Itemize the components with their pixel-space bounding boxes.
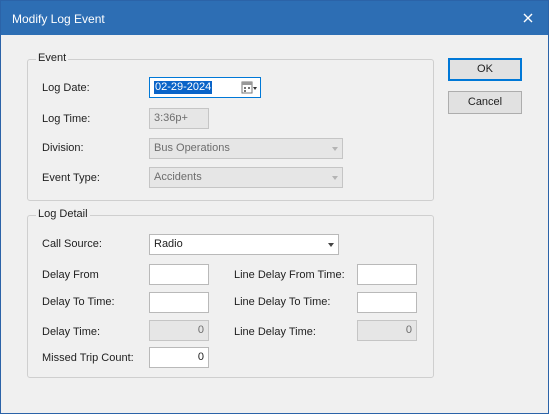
close-icon [523, 13, 533, 23]
call-source-label: Call Source: [42, 238, 102, 250]
delay-time-label: Delay Time: [42, 326, 101, 338]
line-delay-from-time-label: Line Delay From Time: [234, 269, 345, 281]
chevron-down-icon [328, 243, 334, 247]
division-label: Division: [42, 142, 84, 154]
event-type-value: Accidents [154, 171, 202, 183]
call-source-value: Radio [154, 238, 183, 250]
close-button[interactable] [508, 1, 548, 35]
line-delay-time-label: Line Delay Time: [234, 326, 316, 338]
division-dropdown[interactable]: Bus Operations [149, 138, 343, 159]
calendar-icon[interactable] [240, 80, 258, 95]
event-type-label: Event Type: [42, 172, 100, 184]
delay-from-field[interactable] [149, 264, 209, 285]
missed-trip-count-label: Missed Trip Count: [42, 352, 134, 364]
missed-trip-count-field[interactable]: 0 [149, 347, 209, 368]
cancel-button[interactable]: Cancel [448, 91, 522, 114]
log-date-picker[interactable]: 02-29-2024 [149, 77, 261, 98]
log-date-value: 02-29-2024 [154, 81, 213, 94]
chevron-down-icon [332, 147, 338, 151]
delay-time-field[interactable]: 0 [149, 320, 209, 341]
event-type-dropdown[interactable]: Accidents [149, 167, 343, 188]
ok-button[interactable]: OK [448, 58, 522, 81]
window-title: Modify Log Event [12, 12, 105, 26]
line-delay-to-time-label: Line Delay To Time: [234, 296, 331, 308]
delay-from-label: Delay From [42, 269, 99, 281]
delay-to-time-label: Delay To Time: [42, 296, 115, 308]
log-date-label: Log Date: [42, 82, 90, 94]
line-delay-to-time-field[interactable] [357, 292, 417, 313]
log-detail-group-legend: Log Detail [36, 208, 90, 220]
chevron-down-icon [332, 176, 338, 180]
log-time-field[interactable]: 3:36p+ [149, 108, 209, 129]
title-bar: Modify Log Event [1, 1, 548, 35]
modify-log-event-dialog: Modify Log Event OK Cancel Event Log Dat… [0, 0, 549, 414]
line-delay-from-time-field[interactable] [357, 264, 417, 285]
event-group-legend: Event [36, 52, 69, 64]
division-value: Bus Operations [154, 142, 230, 154]
delay-to-time-field[interactable] [149, 292, 209, 313]
call-source-dropdown[interactable]: Radio [149, 234, 339, 255]
log-time-label: Log Time: [42, 113, 91, 125]
line-delay-time-field[interactable]: 0 [357, 320, 417, 341]
